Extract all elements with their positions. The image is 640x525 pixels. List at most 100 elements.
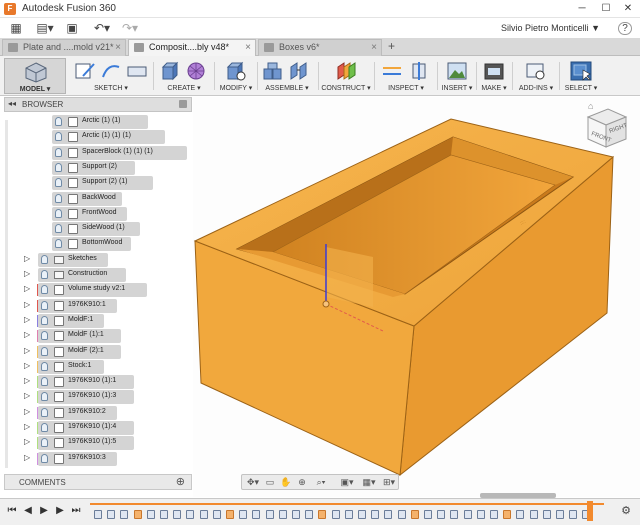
timeline-feature-icon[interactable]	[371, 510, 380, 519]
visibility-bulb-icon[interactable]	[55, 117, 62, 126]
timeline-feature-icon[interactable]	[212, 510, 221, 519]
browser-item[interactable]: Arctic (1) (1)	[52, 115, 149, 129]
save-icon[interactable]: ▣	[64, 20, 80, 36]
visibility-bulb-icon[interactable]	[41, 438, 48, 448]
pan-icon[interactable]: ✋	[280, 477, 292, 488]
browser-tree-row[interactable]: ▷ Sketches	[4, 252, 192, 267]
close-tab-icon[interactable]: ×	[245, 40, 251, 55]
visibility-bulb-icon[interactable]	[41, 254, 48, 264]
browser-item[interactable]: Support (2) (1)	[52, 176, 153, 191]
visibility-bulb-icon[interactable]	[55, 239, 62, 249]
tab-boxes[interactable]: Boxes v6* ×	[258, 39, 382, 56]
expand-arrow-icon[interactable]: ▷	[24, 407, 32, 416]
expand-arrow-icon[interactable]: ▷	[24, 330, 32, 339]
browser-tree-row[interactable]: ▷ Stock:1	[4, 359, 192, 374]
timeline-feature-icon[interactable]	[186, 510, 195, 519]
visibility-bulb-icon[interactable]	[41, 331, 48, 341]
browser-tree-row[interactable]: BottomWood	[4, 237, 192, 252]
visibility-bulb-icon[interactable]	[55, 224, 62, 234]
browser-item[interactable]: Arctic (1) (1) (1)	[52, 130, 166, 145]
fit-icon[interactable]: ⌕▾	[312, 477, 330, 488]
expand-arrow-icon[interactable]: ▷	[24, 437, 32, 446]
browser-tree-row[interactable]: ▷ 1976K910 (1):1	[4, 375, 192, 390]
timeline-feature-icon[interactable]	[199, 510, 208, 519]
timeline-feature-icon[interactable]	[107, 510, 116, 519]
redo-icon[interactable]: ↷▾	[118, 20, 142, 36]
visibility-bulb-icon[interactable]	[41, 392, 48, 402]
browser-tree-row[interactable]: SpacerBlock (1) (1) (1)	[4, 145, 192, 160]
visibility-bulb-icon[interactable]	[41, 270, 48, 279]
home-view-icon[interactable]: ⌂	[588, 101, 593, 111]
browser-item[interactable]: BackWood	[52, 191, 123, 206]
add-ins-menu[interactable]: ADD-INS ▾	[516, 58, 556, 94]
expand-arrow-icon[interactable]: ▷	[24, 361, 32, 370]
browser-item[interactable]: 1976K910 (1):5	[38, 436, 135, 451]
go-to-end-button[interactable]: ⏭	[70, 505, 82, 517]
browser-tree-row[interactable]: ▷ 1976K910 (1):4	[4, 421, 192, 435]
file-menu-icon[interactable]: ▤▾	[34, 20, 56, 36]
browser-tree-row[interactable]: ▷ 1976K910:1	[4, 298, 192, 313]
browser-item[interactable]: 1976K910 (1):3	[38, 390, 135, 405]
browser-tree-row[interactable]: Support (2)	[4, 160, 192, 175]
timeline-feature-icon[interactable]	[305, 510, 314, 519]
visibility-bulb-icon[interactable]	[41, 423, 48, 432]
browser-tree-row[interactable]: FrontWood	[4, 206, 192, 221]
model-canvas[interactable]: ::::	[193, 97, 640, 497]
timeline-feature-icon[interactable]	[384, 510, 393, 519]
visibility-bulb-icon[interactable]	[55, 178, 62, 188]
timeline-feature-icon[interactable]	[463, 510, 472, 519]
visibility-bulb-icon[interactable]	[55, 162, 62, 172]
close-tab-icon[interactable]: ×	[115, 40, 121, 55]
timeline-feature-icon[interactable]	[450, 510, 459, 519]
timeline-feature-icon[interactable]	[292, 510, 300, 519]
timeline-feature-icon[interactable]	[94, 510, 102, 519]
data-panel-icon[interactable]: ▦	[8, 20, 24, 36]
inspect-menu[interactable]: INSPECT ▾	[377, 58, 435, 94]
browser-tree-row[interactable]: ▷ MoldF:1	[4, 313, 192, 328]
browser-tree-row[interactable]: ▷ MoldF (2):1	[4, 344, 192, 359]
minimize-button[interactable]: ─	[572, 1, 592, 16]
browser-tree-row[interactable]: ▷ Construction	[4, 268, 192, 282]
zoom-icon[interactable]: ⊕	[296, 477, 308, 488]
timeline-feature-icon[interactable]	[278, 510, 287, 519]
visibility-bulb-icon[interactable]	[41, 300, 48, 310]
timeline-feature-icon[interactable]	[318, 510, 327, 519]
visibility-bulb-icon[interactable]	[55, 193, 62, 203]
browser-item[interactable]: 1976K910:3	[38, 451, 117, 466]
visibility-bulb-icon[interactable]	[55, 132, 62, 142]
timeline-feature-icon[interactable]	[160, 510, 168, 519]
grid-settings-icon[interactable]: ▦▾	[360, 477, 378, 488]
canvas-viewport[interactable]: :::: FRONT RIGHT ⌂	[193, 97, 640, 497]
browser-tree-row[interactable]: ▷ 1976K910:2	[4, 405, 192, 420]
visibility-bulb-icon[interactable]	[41, 346, 48, 356]
browser-item[interactable]: FrontWood	[52, 206, 127, 221]
timeline-feature-icon[interactable]	[120, 510, 129, 519]
browser-panel-header[interactable]: ◂◂ BROWSER	[4, 97, 192, 112]
look-at-icon[interactable]: ▭	[264, 477, 276, 488]
timeline-feature-icon[interactable]	[239, 510, 248, 519]
browser-tree-row[interactable]: BackWood	[4, 191, 192, 206]
timeline-feature-icon[interactable]	[344, 510, 353, 519]
browser-item[interactable]: SideWood (1)	[52, 222, 140, 237]
workspace-switcher[interactable]: MODEL ▾	[4, 58, 66, 94]
browser-tree-row[interactable]: Arctic (1) (1) (1)	[4, 130, 192, 145]
browser-item[interactable]: MoldF (1):1	[38, 329, 122, 344]
viewports-icon[interactable]: ⊞▾	[380, 477, 398, 488]
visibility-bulb-icon[interactable]	[41, 285, 48, 295]
expand-arrow-icon[interactable]: ▷	[24, 453, 32, 462]
timeline-feature-icon[interactable]	[397, 510, 406, 519]
step-back-button[interactable]: ◀	[22, 505, 34, 517]
browser-item[interactable]: SpacerBlock (1) (1) (1)	[52, 145, 187, 160]
user-menu[interactable]: Silvio Pietro Monticelli ▼	[501, 23, 600, 33]
timeline-feature-icon[interactable]	[424, 510, 432, 519]
create-menu[interactable]: CREATE ▾	[157, 58, 211, 94]
browser-item[interactable]: BottomWood	[52, 237, 131, 252]
expand-arrow-icon[interactable]: ▷	[24, 284, 32, 293]
visibility-bulb-icon[interactable]	[55, 147, 62, 157]
timeline-track[interactable]	[90, 503, 604, 521]
orbit-icon[interactable]: ✥▾	[245, 477, 261, 488]
timeline-feature-icon[interactable]	[569, 510, 578, 519]
visibility-bulb-icon[interactable]	[41, 361, 48, 371]
close-window-button[interactable]: ✕	[618, 1, 638, 16]
origin-point[interactable]	[322, 300, 330, 308]
